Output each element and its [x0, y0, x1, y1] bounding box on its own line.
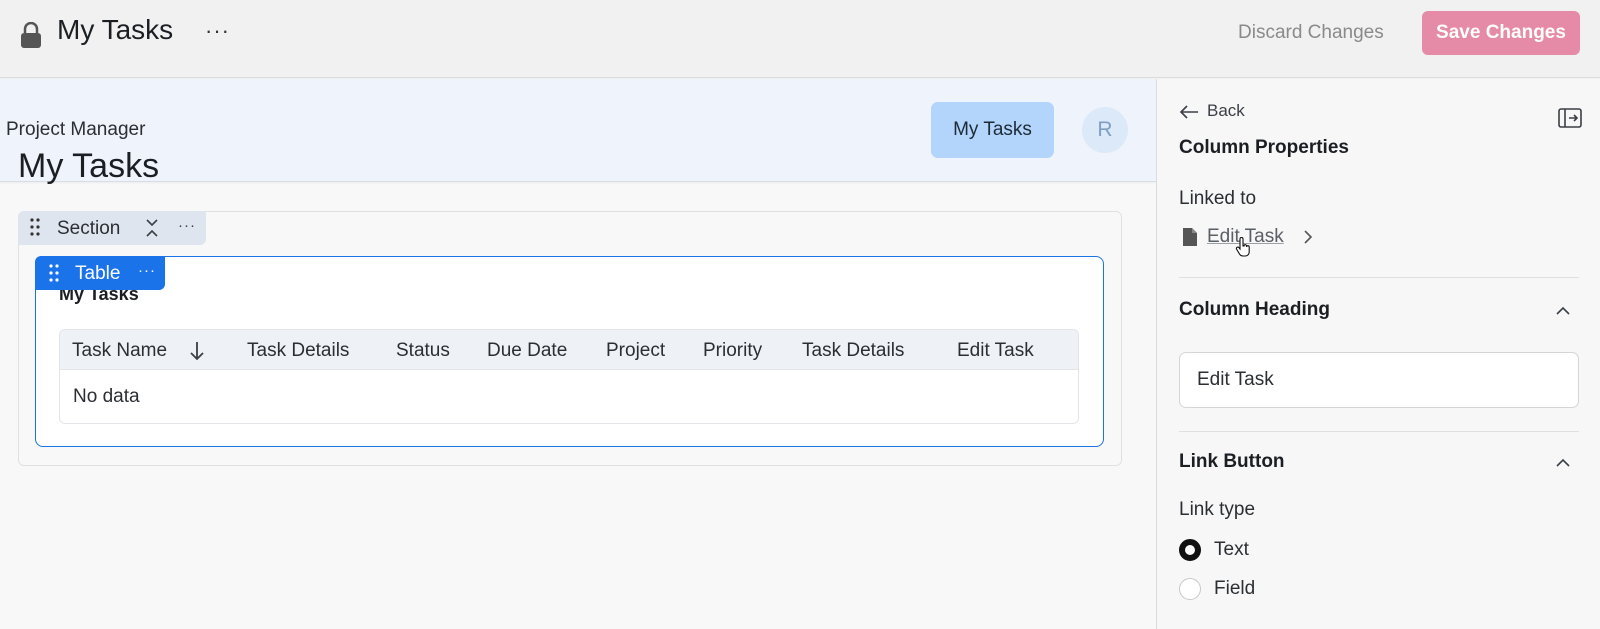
- page-title: My Tasks: [57, 14, 174, 45]
- app-header: Project Manager My Tasks R: [0, 79, 1156, 182]
- table-tag[interactable]: Table ···: [35, 256, 165, 290]
- column-header-task-details-2[interactable]: Task Details: [802, 340, 904, 362]
- column-header-priority[interactable]: Priority: [703, 340, 762, 362]
- column-header-task-name[interactable]: Task Name: [72, 340, 167, 362]
- radio-text-label[interactable]: Text: [1214, 539, 1249, 561]
- document-icon: [1183, 228, 1197, 246]
- column-heading-input[interactable]: [1179, 352, 1579, 408]
- divider: [1179, 277, 1579, 278]
- column-header-due-date[interactable]: Due Date: [487, 340, 567, 362]
- collapse-panel-icon[interactable]: [1558, 108, 1582, 128]
- drag-handle-icon[interactable]: [30, 218, 40, 236]
- chevron-right-icon[interactable]: [1302, 229, 1314, 245]
- panel-title: Column Properties: [1179, 137, 1349, 158]
- table-tag-label: Table: [75, 263, 121, 284]
- section-tag-label: Section: [57, 218, 121, 239]
- link-type-label: Link type: [1179, 499, 1256, 520]
- link-button-title[interactable]: Link Button: [1179, 451, 1285, 473]
- column-heading-title[interactable]: Column Heading: [1179, 299, 1330, 321]
- linked-to-label: Linked to: [1179, 188, 1257, 209]
- discard-changes-button[interactable]: Discard Changes: [1238, 22, 1384, 44]
- chevron-up-icon[interactable]: [1555, 456, 1571, 468]
- divider: [1179, 431, 1579, 432]
- data-table: Task Name Task Details Status Due Date P…: [59, 329, 1079, 424]
- section-tag[interactable]: Section ···: [18, 211, 206, 245]
- lock-icon: [21, 22, 41, 48]
- chevron-up-icon[interactable]: [1555, 304, 1571, 316]
- radio-field[interactable]: [1179, 578, 1201, 600]
- more-options-icon[interactable]: ···: [205, 18, 230, 44]
- page-heading: My Tasks: [18, 147, 160, 185]
- back-button[interactable]: Back: [1207, 101, 1245, 121]
- pointer-cursor-icon: [1235, 237, 1250, 257]
- column-header-task-details[interactable]: Task Details: [247, 340, 349, 362]
- column-header-edit-task[interactable]: Edit Task: [957, 340, 1034, 362]
- section-more-icon[interactable]: ···: [178, 217, 196, 234]
- top-bar: My Tasks ··· Discard Changes Save Change…: [0, 0, 1600, 78]
- save-changes-button[interactable]: Save Changes: [1422, 11, 1580, 55]
- radio-text[interactable]: [1179, 539, 1201, 561]
- app-name: Project Manager: [6, 119, 146, 140]
- empty-state-text: No data: [73, 386, 140, 407]
- radio-field-label[interactable]: Field: [1214, 578, 1255, 600]
- column-header-status[interactable]: Status: [396, 340, 450, 362]
- table-header-row: Task Name Task Details Status Due Date P…: [60, 330, 1078, 370]
- drag-handle-icon[interactable]: [49, 264, 59, 282]
- table-more-icon[interactable]: ···: [138, 262, 156, 279]
- column-header-project[interactable]: Project: [606, 340, 665, 362]
- avatar[interactable]: R: [1082, 107, 1128, 153]
- properties-panel: Back Column Properties Linked to Edit Ta…: [1156, 79, 1600, 629]
- nav-item-my-tasks[interactable]: My Tasks: [931, 102, 1054, 158]
- collapse-icon[interactable]: [145, 218, 159, 238]
- sort-down-icon[interactable]: [188, 340, 206, 362]
- back-arrow-icon[interactable]: [1179, 104, 1199, 120]
